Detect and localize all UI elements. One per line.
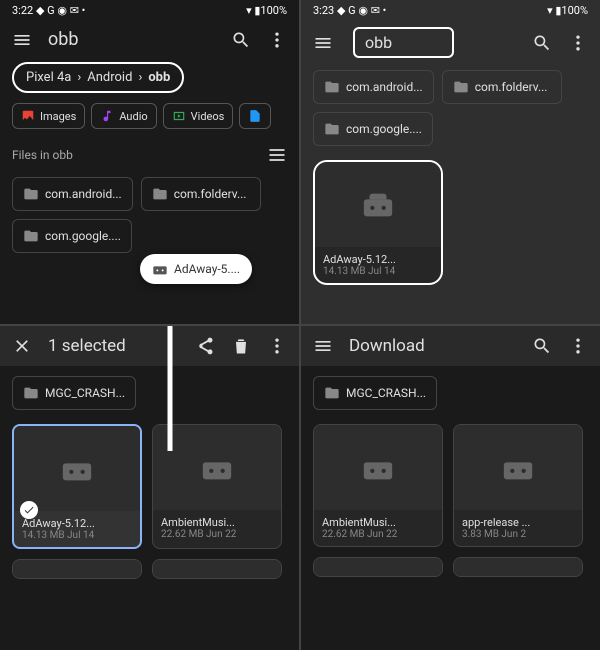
pane-br: Download MGC_CRASH... AmbientMusi...22.6… bbox=[301, 326, 600, 650]
status-bar: 3:23 ◆ G ◉ ✉ • ▾ ▮100% bbox=[301, 0, 600, 21]
file-tile[interactable] bbox=[313, 557, 443, 577]
file-tile[interactable] bbox=[152, 559, 282, 579]
file-tile[interactable]: AmbientMusi...22.62 MB Jun 22 bbox=[313, 424, 443, 547]
pane-tr: 3:23 ◆ G ◉ ✉ • ▾ ▮100% obb com.android..… bbox=[301, 0, 600, 324]
menu-icon[interactable] bbox=[313, 33, 333, 53]
selection-count: 1 selected bbox=[48, 336, 179, 356]
more-icon[interactable] bbox=[267, 336, 287, 356]
folder-item[interactable]: MGC_CRASH... bbox=[12, 376, 136, 410]
close-icon[interactable] bbox=[12, 336, 32, 356]
folder-item[interactable]: com.android... bbox=[313, 70, 434, 104]
more-icon[interactable] bbox=[267, 30, 287, 50]
folder-item[interactable]: MGC_CRASH... bbox=[313, 376, 437, 410]
app-bar: Download bbox=[301, 326, 600, 366]
app-title: obb bbox=[48, 29, 215, 50]
folder-item[interactable]: com.folderv... bbox=[442, 70, 562, 104]
file-tile[interactable] bbox=[12, 559, 142, 579]
pane-bl: 1 selected MGC_CRASH... AdAway-5.12...14… bbox=[0, 326, 299, 650]
breadcrumb[interactable]: Pixel 4a› Android› obb bbox=[12, 62, 184, 93]
chip-more[interactable] bbox=[239, 103, 271, 129]
app-title: Download bbox=[349, 336, 516, 356]
more-icon[interactable] bbox=[568, 33, 588, 53]
title-highlight: obb bbox=[353, 27, 454, 58]
filter-chips: Images Audio Videos bbox=[0, 103, 299, 139]
folder-item[interactable]: com.google.... bbox=[313, 112, 433, 146]
folder-item[interactable]: com.google.... bbox=[12, 219, 132, 253]
menu-icon[interactable] bbox=[12, 30, 32, 50]
share-icon[interactable] bbox=[195, 336, 215, 356]
delete-icon[interactable] bbox=[231, 336, 251, 356]
chip-videos[interactable]: Videos bbox=[163, 103, 234, 129]
view-toggle-icon[interactable] bbox=[267, 145, 287, 165]
selection-bar: 1 selected bbox=[0, 326, 299, 366]
chip-images[interactable]: Images bbox=[12, 103, 85, 129]
file-tile[interactable]: app-release ...3.83 MB Jun 2 bbox=[453, 424, 583, 547]
file-tile[interactable] bbox=[453, 557, 583, 577]
status-bar: 3:22 ◆ G ◉ ✉ • ▾ ▮100% bbox=[0, 0, 299, 21]
check-icon bbox=[20, 501, 38, 519]
chip-audio[interactable]: Audio bbox=[91, 103, 156, 129]
folder-item[interactable]: com.android... bbox=[12, 177, 133, 211]
file-tile[interactable]: AmbientMusi...22.62 MB Jun 22 bbox=[152, 424, 282, 549]
search-icon[interactable] bbox=[532, 33, 552, 53]
file-tile[interactable]: AdAway-5.12...14.13 MB Jul 14 bbox=[313, 160, 443, 285]
more-icon[interactable] bbox=[568, 336, 588, 356]
section-header: Files in obb bbox=[0, 139, 299, 173]
search-icon[interactable] bbox=[231, 30, 251, 50]
folder-item[interactable]: com.folderv... bbox=[141, 177, 261, 211]
pane-tl: 3:22 ◆ G ◉ ✉ • ▾ ▮100% obb Pixel 4a› And… bbox=[0, 0, 299, 324]
search-icon[interactable] bbox=[532, 336, 552, 356]
file-tile-selected[interactable]: AdAway-5.12...14.13 MB Jul 14 bbox=[12, 424, 142, 549]
drag-preview: AdAway-5.... bbox=[140, 254, 252, 284]
menu-icon[interactable] bbox=[313, 336, 333, 356]
